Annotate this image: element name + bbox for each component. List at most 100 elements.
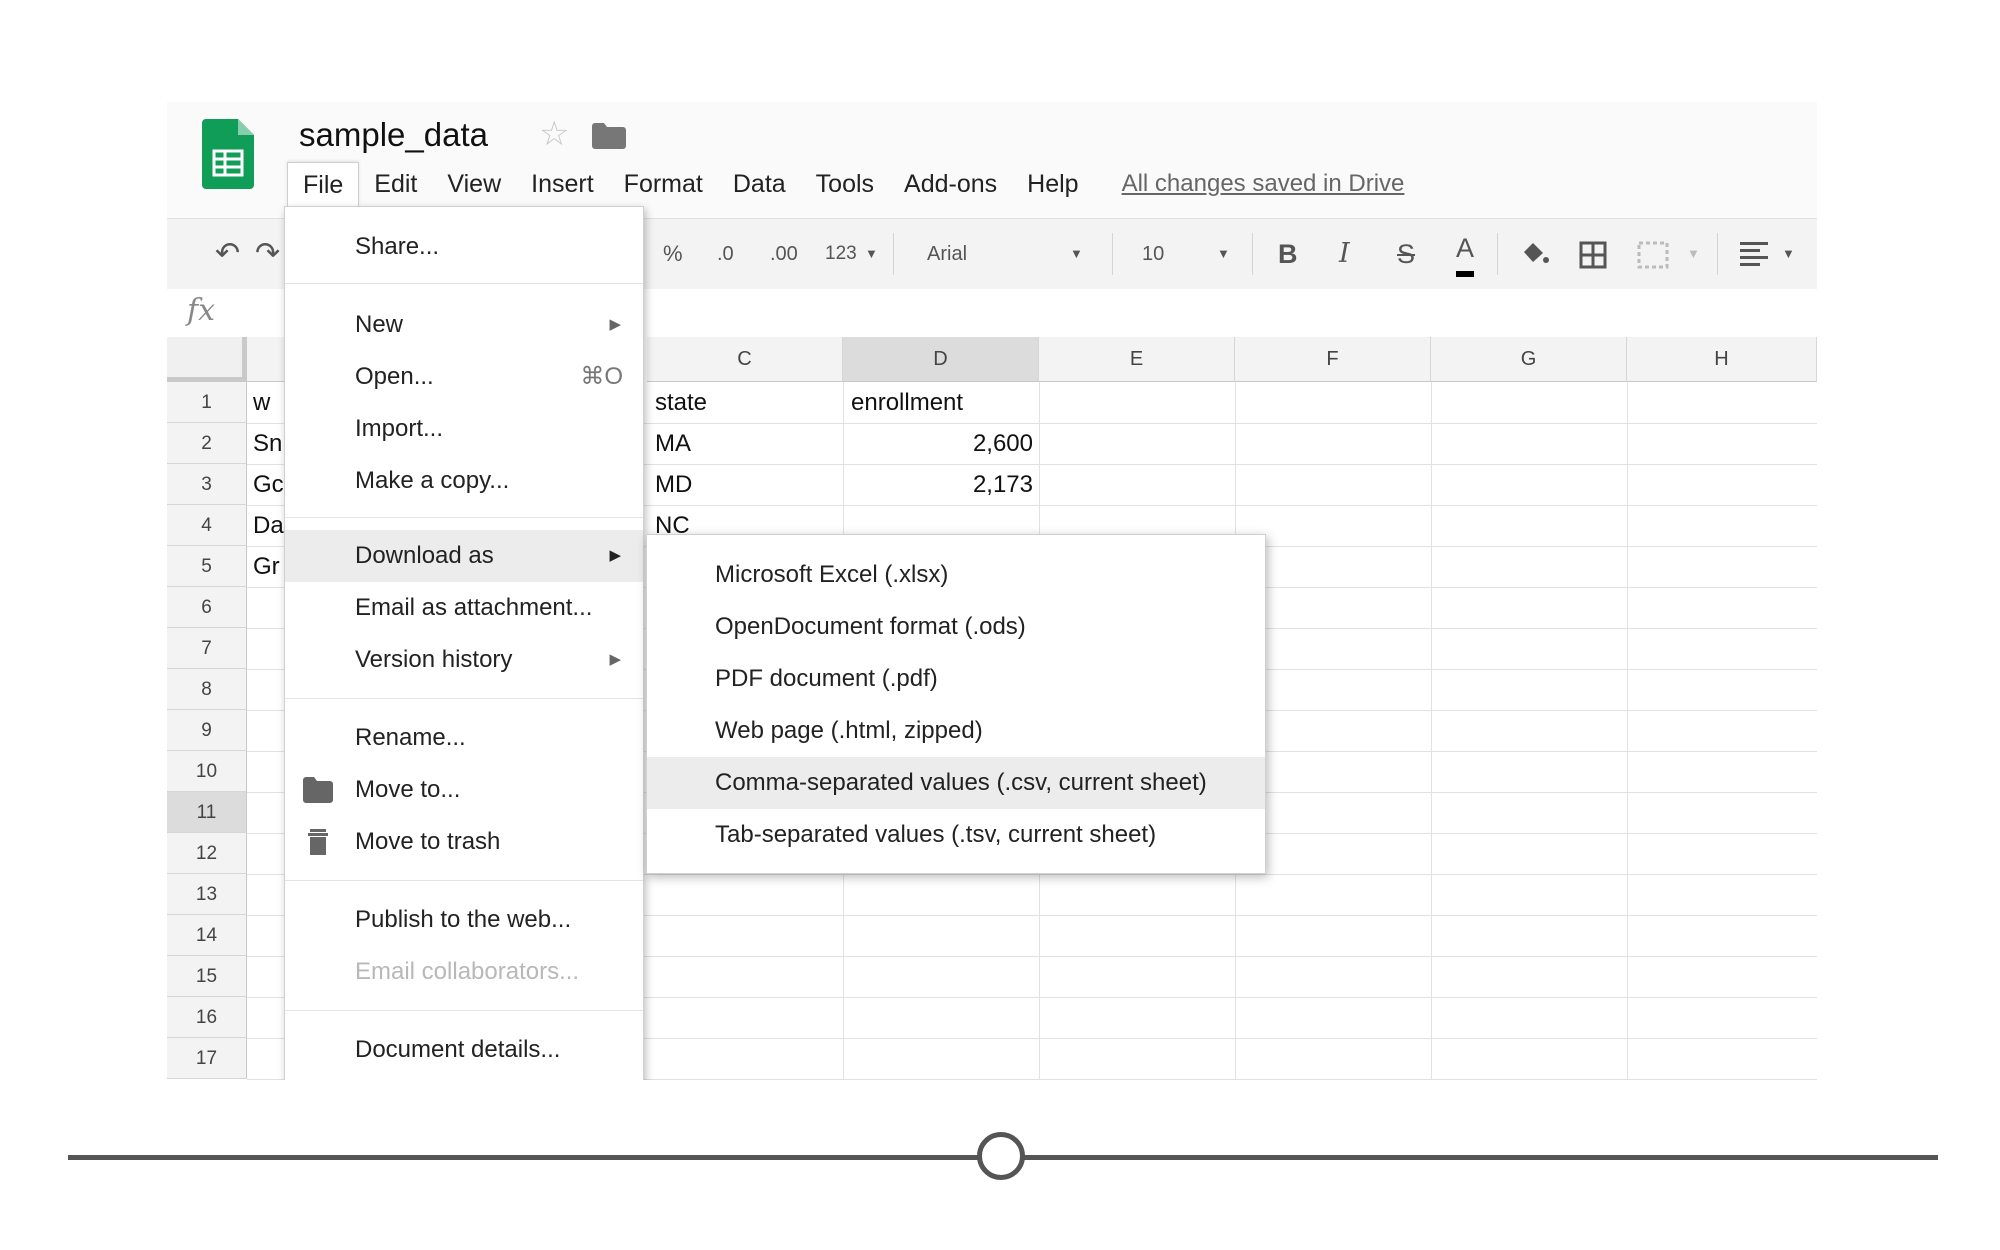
redo-icon[interactable]: ↷ bbox=[255, 219, 280, 289]
menu-addons[interactable]: Add-ons bbox=[889, 162, 1012, 206]
menu-item-share[interactable]: Share... bbox=[285, 221, 643, 273]
cell-c3[interactable]: MD bbox=[655, 464, 835, 505]
strikethrough-button[interactable]: S bbox=[1397, 219, 1415, 289]
format-percent-button[interactable]: % bbox=[663, 219, 683, 289]
menu-item-rename[interactable]: Rename... bbox=[285, 712, 643, 764]
row-header[interactable]: 17 bbox=[167, 1038, 247, 1079]
download-ods[interactable]: OpenDocument format (.ods) bbox=[647, 601, 1265, 653]
text-color-button[interactable]: A bbox=[1456, 219, 1475, 277]
more-formats-button[interactable]: 123 bbox=[825, 219, 857, 289]
google-sheets-logo[interactable] bbox=[202, 119, 254, 189]
menu-item-version-history[interactable]: Version history ▶ bbox=[285, 634, 643, 686]
row-header[interactable]: 1 bbox=[167, 382, 247, 423]
menu-item-publish[interactable]: Publish to the web... bbox=[285, 894, 643, 946]
column-header-c[interactable]: C bbox=[647, 337, 843, 382]
menu-item-document-details[interactable]: Document details... bbox=[285, 1024, 643, 1076]
grid-line bbox=[1627, 382, 1628, 1080]
column-header-b[interactable] bbox=[247, 337, 287, 382]
menu-tools[interactable]: Tools bbox=[801, 162, 889, 206]
menu-item-new[interactable]: New ▶ bbox=[285, 299, 643, 351]
cell-c1[interactable]: state bbox=[655, 382, 835, 423]
menu-item-label: Make a copy... bbox=[355, 467, 510, 494]
menu-view[interactable]: View bbox=[432, 162, 516, 206]
row-header[interactable]: 2 bbox=[167, 423, 247, 464]
menu-item-label: Share... bbox=[355, 233, 440, 260]
menu-separator bbox=[285, 517, 643, 518]
row-header[interactable]: 10 bbox=[167, 751, 247, 792]
menu-item-move-to[interactable]: Move to... bbox=[285, 764, 643, 816]
menu-item-label: Email collaborators... bbox=[355, 958, 580, 985]
cell-b1[interactable]: w bbox=[253, 382, 285, 423]
borders-icon[interactable] bbox=[1579, 241, 1607, 269]
row-header[interactable]: 6 bbox=[167, 587, 247, 628]
cell-b3[interactable]: Gc bbox=[253, 464, 285, 505]
select-all-corner[interactable] bbox=[167, 337, 247, 382]
row-header[interactable]: 16 bbox=[167, 997, 247, 1038]
font-size-select[interactable]: 10 bbox=[1142, 219, 1164, 289]
download-pdf[interactable]: PDF document (.pdf) bbox=[647, 653, 1265, 705]
download-xlsx[interactable]: Microsoft Excel (.xlsx) bbox=[647, 549, 1265, 601]
menu-item-label: Document details... bbox=[355, 1036, 561, 1063]
star-icon[interactable]: ☆ bbox=[539, 114, 569, 154]
menu-item-email-attachment[interactable]: Email as attachment... bbox=[285, 582, 643, 634]
row-header[interactable]: 11 bbox=[167, 792, 247, 833]
column-header-h[interactable]: H bbox=[1627, 337, 1817, 382]
menu-item-move-to-trash[interactable]: Move to trash bbox=[285, 816, 643, 868]
italic-button[interactable]: I bbox=[1339, 219, 1350, 289]
cell-b4[interactable]: Da bbox=[253, 505, 285, 546]
font-family-select[interactable]: Arial bbox=[927, 219, 967, 289]
grid-line bbox=[1431, 382, 1432, 1080]
row-header[interactable]: 7 bbox=[167, 628, 247, 669]
download-html[interactable]: Web page (.html, zipped) bbox=[647, 705, 1265, 757]
menu-help[interactable]: Help bbox=[1012, 162, 1093, 206]
undo-icon[interactable]: ↶ bbox=[215, 219, 240, 289]
menu-data[interactable]: Data bbox=[718, 162, 801, 206]
column-header-e[interactable]: E bbox=[1039, 337, 1235, 382]
bold-button[interactable]: B bbox=[1278, 219, 1298, 289]
column-header-f[interactable]: F bbox=[1235, 337, 1431, 382]
align-left-icon[interactable] bbox=[1740, 242, 1768, 268]
folder-icon[interactable] bbox=[592, 123, 626, 149]
row-header[interactable]: 5 bbox=[167, 546, 247, 587]
save-status-link[interactable]: All changes saved in Drive bbox=[1122, 162, 1405, 206]
menu-format[interactable]: Format bbox=[609, 162, 718, 206]
menu-item-import[interactable]: Import... bbox=[285, 403, 643, 455]
cell-d2[interactable]: 2,600 bbox=[851, 423, 1033, 464]
submenu-arrow-icon: ▶ bbox=[609, 547, 621, 564]
download-csv[interactable]: Comma-separated values (.csv, current sh… bbox=[647, 757, 1265, 809]
row-header[interactable]: 14 bbox=[167, 915, 247, 956]
row-header[interactable]: 3 bbox=[167, 464, 247, 505]
row-header[interactable]: 8 bbox=[167, 669, 247, 710]
cell-b2[interactable]: Sn bbox=[253, 423, 285, 464]
menu-item-label: Tab-separated values (.tsv, current shee… bbox=[715, 821, 1157, 848]
merge-cells-icon[interactable] bbox=[1637, 241, 1669, 269]
slider-handle[interactable] bbox=[977, 1132, 1025, 1180]
row-header[interactable]: 9 bbox=[167, 710, 247, 751]
increase-decimals-button[interactable]: .00 bbox=[770, 219, 798, 289]
trash-icon bbox=[308, 829, 328, 855]
row-header[interactable]: 12 bbox=[167, 833, 247, 874]
chevron-down-icon: ▼ bbox=[865, 246, 878, 261]
menu-item-download-as[interactable]: Download as ▶ bbox=[285, 530, 643, 582]
menu-item-label: New bbox=[355, 311, 404, 338]
column-header-g[interactable]: G bbox=[1431, 337, 1627, 382]
menu-insert[interactable]: Insert bbox=[516, 162, 609, 206]
menu-item-label: Comma-separated values (.csv, current sh… bbox=[715, 769, 1207, 796]
column-header-d[interactable]: D bbox=[843, 337, 1039, 382]
decrease-decimals-button[interactable]: .0 bbox=[717, 219, 734, 289]
document-title[interactable]: sample_data bbox=[299, 116, 488, 154]
menu-item-open[interactable]: Open... ⌘O bbox=[285, 351, 643, 403]
download-tsv[interactable]: Tab-separated values (.tsv, current shee… bbox=[647, 809, 1265, 861]
menu-file[interactable]: File bbox=[287, 162, 360, 206]
cell-d1[interactable]: enrollment bbox=[851, 382, 1031, 423]
menu-edit[interactable]: Edit bbox=[359, 162, 432, 206]
row-header[interactable]: 13 bbox=[167, 874, 247, 915]
cell-c2[interactable]: MA bbox=[655, 423, 835, 464]
menu-item-make-copy[interactable]: Make a copy... bbox=[285, 455, 643, 507]
menu-item-label: Move to... bbox=[355, 776, 461, 803]
row-header[interactable]: 15 bbox=[167, 956, 247, 997]
row-header[interactable]: 4 bbox=[167, 505, 247, 546]
cell-b5[interactable]: Gr bbox=[253, 546, 285, 587]
cell-d3[interactable]: 2,173 bbox=[851, 464, 1033, 505]
fill-color-icon[interactable] bbox=[1519, 240, 1551, 268]
